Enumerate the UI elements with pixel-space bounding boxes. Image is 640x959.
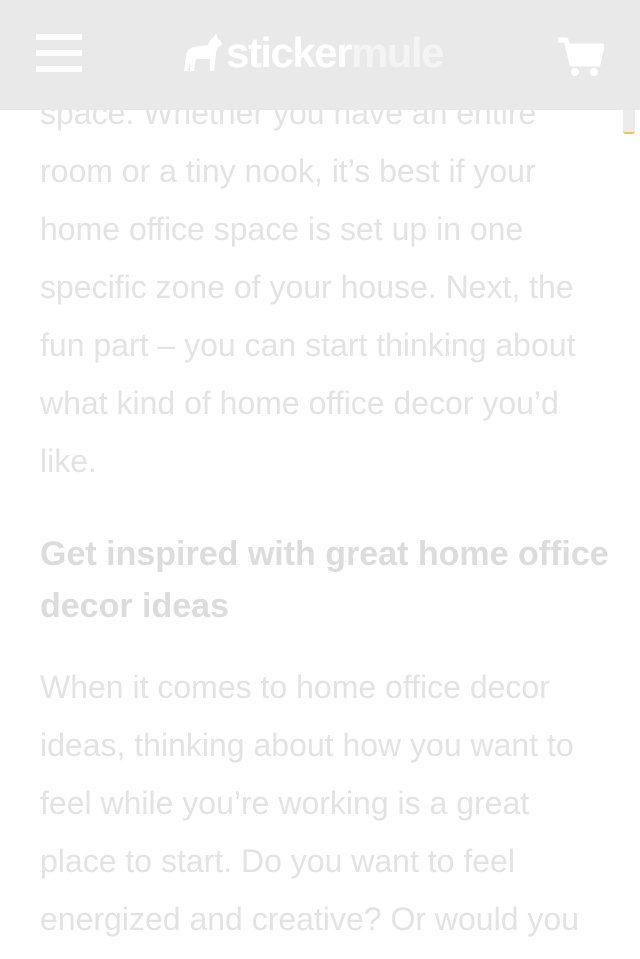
shopping-cart-icon[interactable]	[556, 36, 605, 78]
article-paragraph: space. Whether you have an entire room o…	[40, 95, 576, 479]
logo-text-sticker: sticker	[226, 29, 352, 76]
mule-logo-icon	[184, 33, 222, 71]
section-heading: Get inspired with great home office deco…	[40, 535, 609, 625]
page: space. Whether you have an entire room o…	[0, 0, 640, 959]
article-content: space. Whether you have an entire room o…	[40, 84, 610, 959]
hamburger-menu-icon[interactable]	[36, 34, 82, 74]
article-paragraph: When it comes to home office decor ideas…	[40, 669, 579, 937]
logo-text-mule: mule	[350, 29, 445, 76]
top-header: sticker mule	[0, 0, 640, 110]
sticker-mule-logo[interactable]: sticker mule	[180, 28, 470, 78]
